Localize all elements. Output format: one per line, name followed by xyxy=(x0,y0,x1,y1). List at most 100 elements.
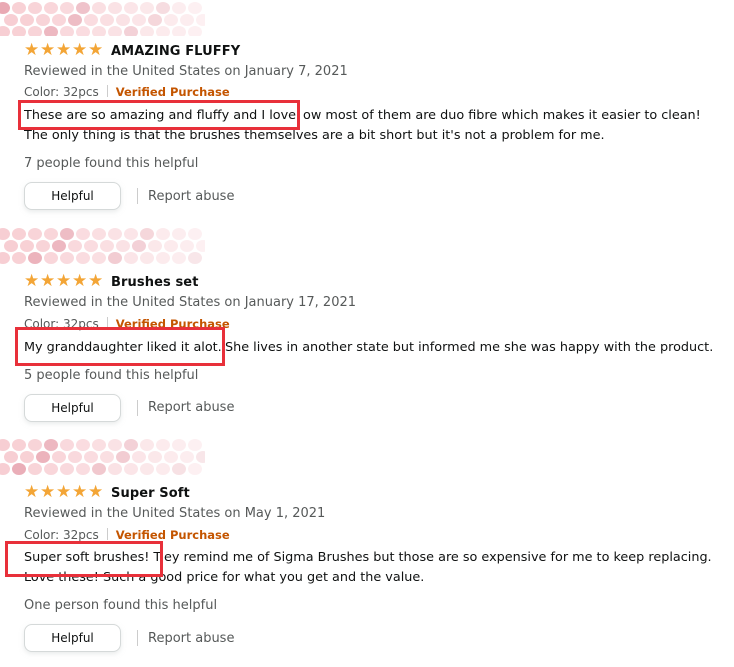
star-icon: ★ xyxy=(72,40,88,60)
heart-shape xyxy=(92,463,106,475)
star-icon: ★ xyxy=(88,482,104,502)
heart-shape xyxy=(124,26,138,36)
heart-shape xyxy=(76,252,90,264)
heart-shape xyxy=(148,14,162,26)
helpful-button[interactable]: Helpful xyxy=(24,394,121,422)
heart-shape xyxy=(172,228,186,240)
heart-shape xyxy=(172,26,186,36)
highlighted-text: Super soft brushes! T xyxy=(24,550,162,565)
divider xyxy=(137,630,138,646)
review-title[interactable]: AMAZING FLUFFY xyxy=(111,44,240,59)
heart-shape xyxy=(60,252,74,264)
color-label: Color: 32pcs xyxy=(24,317,99,331)
heart-shape xyxy=(164,240,178,252)
review-body-rest: ey remind me of Sigma Brushes but those … xyxy=(164,550,712,565)
review-date: Reviewed in the United States on January… xyxy=(24,64,348,79)
heart-shape xyxy=(44,463,58,475)
heart-shape xyxy=(52,240,66,252)
star-icon: ★ xyxy=(88,271,104,291)
star-icon: ★ xyxy=(40,482,56,502)
verified-purchase-badge: Verified Purchase xyxy=(115,85,230,99)
heart-shape xyxy=(4,240,18,252)
heart-shape xyxy=(124,228,138,240)
heart-shape xyxy=(108,463,122,475)
review-title[interactable]: Super Soft xyxy=(111,486,190,501)
report-abuse-link[interactable]: Report abuse xyxy=(148,400,234,415)
heart-shape xyxy=(116,14,130,26)
heart-shape xyxy=(132,240,146,252)
star-rating[interactable]: ★ ★ ★ ★ ★ xyxy=(24,42,103,60)
heart-shape xyxy=(28,228,42,240)
heart-shape xyxy=(68,240,82,252)
heart-shape xyxy=(12,439,26,451)
helpful-button[interactable]: Helpful xyxy=(24,624,121,652)
heart-shape xyxy=(156,439,170,451)
star-icon: ★ xyxy=(24,40,40,60)
star-icon: ★ xyxy=(24,482,40,502)
heart-shape xyxy=(76,463,90,475)
heart-shape xyxy=(100,240,114,252)
heart-shape xyxy=(28,252,42,264)
heart-shape xyxy=(100,451,114,463)
review-title[interactable]: Brushes set xyxy=(111,275,199,290)
heart-shape xyxy=(28,2,42,14)
heart-shape xyxy=(148,451,162,463)
star-rating[interactable]: ★ ★ ★ ★ ★ xyxy=(24,273,103,291)
star-icon: ★ xyxy=(40,40,56,60)
heart-shape xyxy=(180,451,194,463)
heart-shape xyxy=(52,451,66,463)
star-icon: ★ xyxy=(24,271,40,291)
heart-shape xyxy=(60,463,74,475)
review-variant: Color: 32pcs Verified Purchase xyxy=(24,527,230,543)
review-body-line: These are so amazing and fluffy and I lo… xyxy=(24,106,296,126)
star-icon: ★ xyxy=(88,40,104,60)
heart-shape xyxy=(188,26,202,36)
heart-shape xyxy=(84,451,98,463)
heart-shape xyxy=(188,228,202,240)
hearts-avatar-icon xyxy=(0,226,205,270)
heart-shape xyxy=(60,228,74,240)
heart-shape xyxy=(44,228,58,240)
heart-shape xyxy=(60,26,74,36)
heart-shape xyxy=(76,228,90,240)
heart-shape xyxy=(36,240,50,252)
report-abuse-link[interactable]: Report abuse xyxy=(148,631,234,646)
heart-shape xyxy=(60,2,74,14)
heart-shape xyxy=(108,252,122,264)
star-icon: ★ xyxy=(72,482,88,502)
heart-shape xyxy=(28,463,42,475)
heart-shape xyxy=(92,2,106,14)
heart-shape xyxy=(156,228,170,240)
helpful-button[interactable]: Helpful xyxy=(24,182,121,210)
heart-shape xyxy=(124,463,138,475)
heart-shape xyxy=(92,439,106,451)
heart-shape xyxy=(12,463,26,475)
heart-shape xyxy=(156,463,170,475)
color-label: Color: 32pcs xyxy=(24,528,99,542)
review-variant: Color: 32pcs Verified Purchase xyxy=(24,84,230,100)
heart-shape xyxy=(60,439,74,451)
heart-shape xyxy=(0,26,10,36)
heart-shape xyxy=(4,14,18,26)
report-abuse-link[interactable]: Report abuse xyxy=(148,189,234,204)
review-body-line: Love these! Such a good price for what y… xyxy=(24,570,425,585)
heart-shape xyxy=(20,451,34,463)
heart-shape xyxy=(0,252,10,264)
heart-shape xyxy=(20,14,34,26)
heart-shape xyxy=(140,252,154,264)
heart-shape xyxy=(140,228,154,240)
heart-shape xyxy=(108,439,122,451)
heart-shape xyxy=(156,2,170,14)
heart-shape xyxy=(36,14,50,26)
heart-shape xyxy=(0,2,10,14)
heart-shape xyxy=(140,2,154,14)
review-body-line: My granddaughter liked it alot. xyxy=(24,338,222,358)
divider xyxy=(137,400,138,416)
helpful-count: One person found this helpful xyxy=(24,598,218,613)
review-body-rest: ow most of them are duo fibre which make… xyxy=(303,108,701,123)
helpful-count: 5 people found this helpful xyxy=(24,368,199,383)
verified-purchase-badge: Verified Purchase xyxy=(115,317,230,331)
star-rating[interactable]: ★ ★ ★ ★ ★ xyxy=(24,484,103,502)
verified-purchase-badge: Verified Purchase xyxy=(115,528,230,542)
heart-shape xyxy=(12,2,26,14)
